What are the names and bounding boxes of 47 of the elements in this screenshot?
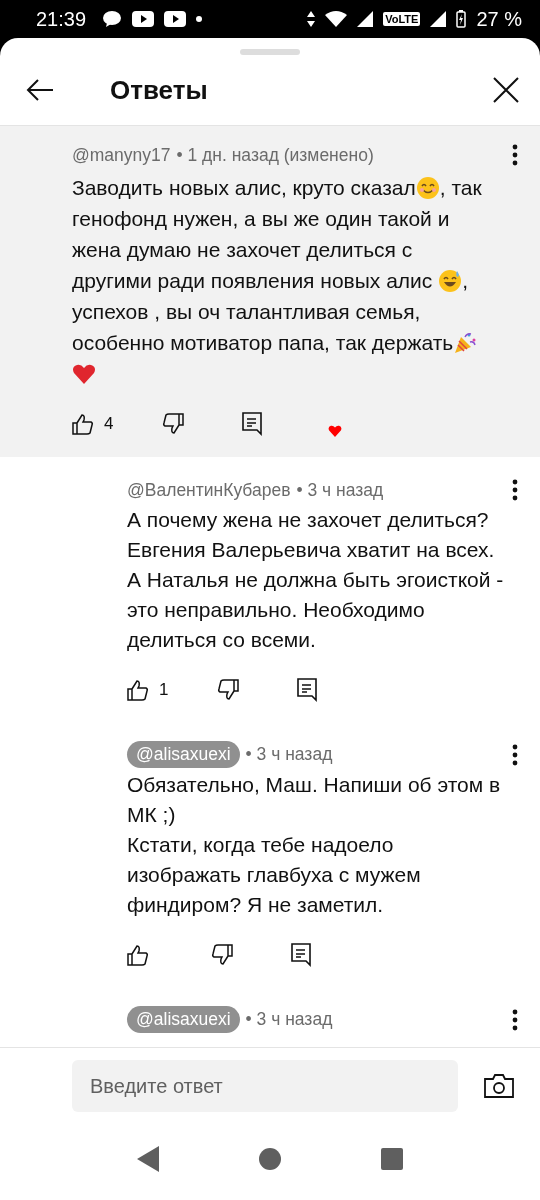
like-button[interactable] [72,413,94,435]
back-nav-icon[interactable] [137,1146,159,1172]
like-count: 1 [159,680,170,700]
comment-text: А почему жена не захочет делиться? Евгения Валерьевича хватит на всех. А Наталья не должна быть эгоисткой - это неправильно. Необходимо делиться со всеми. [127,507,505,653]
sweat-smile-face-icon [438,269,463,293]
comment-time: • 3 ч назад [296,479,384,501]
author-name[interactable]: @alisaxuexi [127,741,240,768]
smiling-face-icon [415,176,440,200]
page-title: Ответы [110,74,208,106]
dislike-button[interactable] [217,679,239,701]
drag-handle[interactable] [240,49,300,55]
party-popper-icon [453,331,478,355]
author-name[interactable]: @ВалентинКубарев [127,479,291,501]
dislike-button[interactable] [211,944,233,966]
comment-text: Обязательно, Маш. Напиши об этом в МК ;) Кстати, когда тебе надоело изображать главбуха с мужем финдиром? Я не заметил. [127,772,502,918]
like-button[interactable] [127,944,149,966]
play-icon [132,11,155,27]
wifi-icon [325,11,348,27]
more-options-icon[interactable] [512,479,518,501]
like-count: 4 [104,414,115,434]
play-icon [164,11,187,27]
heart-icon [72,362,96,386]
like-button[interactable] [127,679,149,701]
comment-time: • 1 дн. назад (изменено) [176,144,374,166]
comment-time: • 3 ч назад [245,1009,333,1030]
author-name[interactable]: @manyny17 [72,144,171,166]
more-options-icon[interactable] [512,1008,518,1031]
reply-input-field[interactable]: Введите ответ [72,1060,458,1112]
battery-percent: 27 % [476,7,522,31]
volte-label: VoLTE [383,12,421,26]
clock: 21:39 [36,7,87,31]
comment-text: Заводить новых алис, круто сказал , так генофонд нужен, а вы же один такой и жена думаю не захочет делиться с другими ради появления новых алис , успехов , вы оч талантливая семья, особенно мотиватор папа, так держать [72,172,518,389]
author-name[interactable]: @alisaxuexi [127,1006,240,1033]
comment-time: • 3 ч назад [245,744,333,765]
more-options-icon[interactable] [512,743,518,766]
battery-charging-icon [456,10,467,28]
signal-icon [430,11,447,27]
signal-icon [357,11,374,27]
data-arrows-icon [307,11,316,27]
more-options-icon[interactable] [512,144,518,166]
reply-button[interactable] [291,943,311,967]
chat-bubble-icon [102,10,123,28]
reply-button[interactable] [297,678,317,702]
home-nav-icon[interactable] [259,1148,281,1170]
reply-button[interactable] [242,412,262,436]
dot-icon [196,16,203,22]
dislike-button[interactable] [162,413,184,435]
